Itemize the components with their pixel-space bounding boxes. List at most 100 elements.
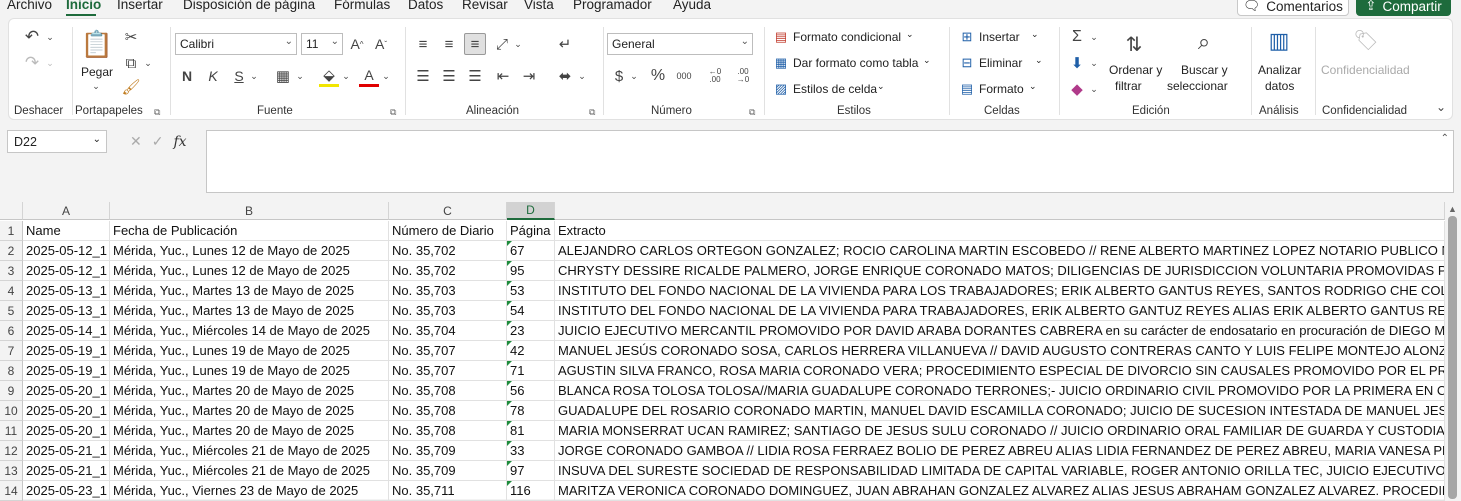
cell-fecha[interactable]: Mérida, Yuc., Lunes 19 de Mayo de 2025 [110,341,389,361]
cell-pagina[interactable]: 33 [507,441,555,461]
cell-fecha[interactable]: Mérida, Yuc., Martes 13 de Mayo de 2025 [110,281,389,301]
tab-ayuda[interactable]: Ayuda [673,0,711,12]
cell-pagina[interactable]: 116 [507,481,555,501]
cell-name[interactable]: 2025-05-20_1 [23,401,110,421]
cell-name[interactable]: 2025-05-21_1 [23,461,110,481]
fill-icon[interactable]: ⬇ [1067,53,1087,73]
currency-icon[interactable]: $ [611,65,627,87]
underline-dropdown-icon[interactable]: ⌄ [249,65,259,87]
orientation-dropdown-icon[interactable]: ⌄ [513,33,523,55]
row-header[interactable]: 10 [0,401,23,421]
paste-dropdown-icon[interactable]: ⌄ [91,81,101,91]
clear-dropdown-icon[interactable]: ⌄ [1089,79,1099,99]
comments-button[interactable]: 🗨 Comentarios [1237,0,1349,16]
cell-name[interactable]: 2025-05-19_1 [23,341,110,361]
cell-extracto[interactable]: INSTITUTO DEL FONDO NACIONAL DE LA VIVIE… [555,281,1445,301]
cell-extracto[interactable]: BLANCA ROSA TOLOSA TOLOSA//MARIA GUADALU… [555,381,1445,401]
header-cell-extracto[interactable]: Extracto [555,221,1445,241]
font-name-select[interactable]: Calibri ⌄ [175,33,297,55]
cell-name[interactable]: 2025-05-20_1 [23,421,110,441]
cell-pagina[interactable]: 81 [507,421,555,441]
conditional-format-button[interactable]: Formato condicional [793,30,901,44]
autosum-icon[interactable]: Σ [1067,27,1087,47]
fill-dropdown-icon[interactable]: ⌄ [1089,53,1099,73]
sort-filter-label-2[interactable]: filtrar [1115,79,1142,93]
row-header[interactable]: 1 [0,221,23,241]
find-select-label-1[interactable]: Buscar y [1181,63,1228,77]
cell-extracto[interactable]: INSTITUTO DEL FONDO NACIONAL DE LA VIVIE… [555,301,1445,321]
cell-pagina[interactable]: 23 [507,321,555,341]
header-cell-diario[interactable]: Número de Diario [389,221,507,241]
select-all-corner[interactable] [0,202,23,220]
cell-fecha[interactable]: Mérida, Yuc., Viernes 23 de Mayo de 2025 [110,481,389,501]
font-color-dropdown-icon[interactable]: ⌄ [381,65,391,87]
header-cell-pagina[interactable]: Página [507,221,555,241]
row-header[interactable]: 14 [0,481,23,501]
format-as-table-button[interactable]: Dar formato como tabla [793,56,918,70]
cell-name[interactable]: 2025-05-21_1 [23,441,110,461]
sort-filter-icon[interactable]: ⇅ [1117,27,1151,61]
cell-fecha[interactable]: Mérida, Yuc., Martes 20 de Mayo de 2025 [110,421,389,441]
cell-name[interactable]: 2025-05-23_1 [23,481,110,501]
analyze-label-2[interactable]: datos [1265,79,1294,93]
borders-icon[interactable]: ▦ [273,65,293,87]
vertical-scrollbar[interactable]: ▲ [1445,202,1461,499]
cell-diario[interactable]: No. 35,708 [389,421,507,441]
paste-label[interactable]: Pegar [81,65,113,79]
undo-icon[interactable]: ↶ [21,27,43,47]
cell-pagina[interactable]: 56 [507,381,555,401]
collapse-formula-icon[interactable]: ⌃ [1441,133,1449,144]
cell-name[interactable]: 2025-05-13_1 [23,301,110,321]
cell-fecha[interactable]: Mérida, Yuc., Martes 20 de Mayo de 2025 [110,401,389,421]
header-cell-name[interactable]: Name [23,221,110,241]
cell-diario[interactable]: No. 35,703 [389,301,507,321]
scroll-up-icon[interactable]: ▲ [1448,204,1457,214]
cell-name[interactable]: 2025-05-13_1 [23,281,110,301]
row-header[interactable]: 5 [0,301,23,321]
tab-inicio[interactable]: Inicio [66,0,101,12]
cell-extracto[interactable]: INSUVA DEL SURESTE SOCIEDAD DE RESPONSAB… [555,461,1445,481]
share-button[interactable]: ⇪ Compartir [1356,0,1451,16]
row-header[interactable]: 2 [0,241,23,261]
cell-name[interactable]: 2025-05-20_1 [23,381,110,401]
tab-formulas[interactable]: Fórmulas [334,0,390,12]
clipboard-launcher-icon[interactable]: ⧉ [154,107,160,118]
format-painter-icon[interactable]: 🖌 [121,77,141,97]
align-right-icon[interactable]: ☰ [465,65,485,87]
cell-diario[interactable]: No. 35,702 [389,261,507,281]
cell-diario[interactable]: No. 35,709 [389,461,507,481]
cell-diario[interactable]: No. 35,704 [389,321,507,341]
cell-pagina[interactable]: 95 [507,261,555,281]
fill-color-icon[interactable]: ⬙ [319,65,339,87]
cell-fecha[interactable]: Mérida, Yuc., Lunes 12 de Mayo de 2025 [110,261,389,281]
font-size-select[interactable]: 11 ⌄ [301,33,343,55]
wrap-text-icon[interactable]: ↵ [555,33,575,55]
cell-extracto[interactable]: MARITZA VERONICA CORONADO DOMINGUEZ, JUA… [555,481,1445,501]
decrease-indent-icon[interactable]: ⇤ [493,65,513,87]
alignment-launcher-icon[interactable]: ⧉ [589,107,595,118]
insert-function-icon[interactable]: fx [173,134,186,150]
cell-extracto[interactable]: GUADALUPE DEL ROSARIO CORONADO MARTIN, M… [555,401,1445,421]
cell-diario[interactable]: No. 35,709 [389,441,507,461]
currency-dropdown-icon[interactable]: ⌄ [629,65,639,87]
cell-diario[interactable]: No. 35,702 [389,241,507,261]
cell-extracto[interactable]: CHRYSTY DESSIRE RICALDE PALMERO, JORGE E… [555,261,1445,281]
row-header[interactable]: 4 [0,281,23,301]
cell-fecha[interactable]: Mérida, Yuc., Lunes 12 de Mayo de 2025 [110,241,389,261]
cell-pagina[interactable]: 53 [507,281,555,301]
tab-disposicion[interactable]: Disposición de página [183,0,315,12]
cut-icon[interactable]: ✂ [121,27,141,47]
cell-name[interactable]: 2025-05-19_1 [23,361,110,381]
row-header[interactable]: 3 [0,261,23,281]
increase-indent-icon[interactable]: ⇥ [519,65,539,87]
align-middle-icon[interactable]: ≡ [439,33,459,55]
cell-name[interactable]: 2025-05-12_1 [23,261,110,281]
underline-icon[interactable]: S [231,65,247,87]
tab-datos[interactable]: Datos [408,0,443,12]
cancel-icon[interactable]: ✕ [130,133,142,150]
confirm-icon[interactable]: ✓ [152,133,164,150]
fill-color-dropdown-icon[interactable]: ⌄ [341,65,351,87]
sort-filter-label-1[interactable]: Ordenar y [1109,63,1162,77]
row-header[interactable]: 6 [0,321,23,341]
formula-input[interactable]: ⌃ [206,130,1454,193]
